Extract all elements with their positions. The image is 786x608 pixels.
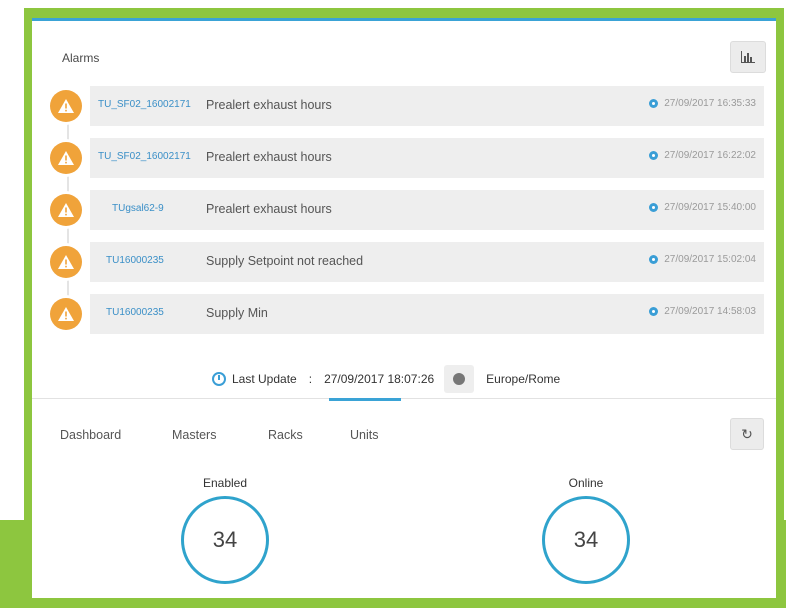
enabled-label: Enabled xyxy=(202,476,248,490)
alarm-item[interactable]: TU16000235 Supply Min 27/09/2017 14:58:0… xyxy=(50,294,764,334)
alarm-unit-link[interactable]: TU_SF02_16002171 xyxy=(98,99,191,110)
refresh-icon: ↻ xyxy=(741,425,753,442)
warning-icon xyxy=(50,298,82,330)
alarm-unit-link[interactable]: TU16000235 xyxy=(106,307,164,318)
last-update-label: Last Update xyxy=(232,372,297,386)
alarm-message: Supply Setpoint not reached xyxy=(206,254,364,268)
clock-icon xyxy=(212,372,226,386)
warning-icon xyxy=(50,194,82,226)
alarm-time: 27/09/2017 14:58:03 xyxy=(649,306,756,317)
tab-units[interactable]: Units xyxy=(350,428,378,442)
tab-bar: Dashboard Masters Racks Units ↻ xyxy=(32,398,776,450)
panel-content: Alarms TU_SF02_16002171 Prealert exhaust… xyxy=(32,18,776,598)
clock-icon xyxy=(649,203,659,212)
tab-dashboard[interactable]: Dashboard xyxy=(60,428,121,442)
last-update-value: 27/09/2017 18:07:26 xyxy=(324,372,435,386)
warning-icon xyxy=(50,90,82,122)
bar-chart-icon xyxy=(741,51,755,63)
enabled-count: 34 xyxy=(212,527,238,552)
alarm-unit-link[interactable]: TUgsal62-9 xyxy=(112,203,164,214)
alarm-time: 27/09/2017 15:02:04 xyxy=(649,254,756,265)
alarm-time: 27/09/2017 16:35:33 xyxy=(649,98,756,109)
warning-icon xyxy=(50,246,82,278)
alarm-message: Prealert exhaust hours xyxy=(206,202,332,216)
alarm-item[interactable]: TU_SF02_16002171 Prealert exhaust hours … xyxy=(50,86,764,126)
timezone-value: Europe/Rome xyxy=(486,372,561,386)
alarm-time-text: 27/09/2017 16:35:33 xyxy=(664,98,756,109)
alarms-header: Alarms xyxy=(32,21,776,81)
tab-masters[interactable]: Masters xyxy=(172,428,216,442)
enabled-count-circle: 34 xyxy=(181,496,269,584)
alarm-time-text: 27/09/2017 16:22:02 xyxy=(664,150,756,161)
alarm-message: Prealert exhaust hours xyxy=(206,98,332,112)
globe-icon xyxy=(453,373,466,385)
tab-racks[interactable]: Racks xyxy=(268,428,303,442)
alarm-item[interactable]: TUgsal62-9 Prealert exhaust hours 27/09/… xyxy=(50,190,764,230)
alarm-item[interactable]: TU16000235 Supply Setpoint not reached 2… xyxy=(50,242,764,282)
alarm-unit-link[interactable]: TU_SF02_16002171 xyxy=(98,151,191,162)
clock-icon xyxy=(649,99,659,108)
refresh-button[interactable]: ↻ xyxy=(730,418,764,450)
online-count: 34 xyxy=(573,527,599,552)
alarm-time: 27/09/2017 15:40:00 xyxy=(649,202,756,213)
timezone-button[interactable] xyxy=(444,365,475,393)
active-tab-indicator xyxy=(329,398,401,401)
alarm-message: Prealert exhaust hours xyxy=(206,150,332,164)
alarm-time-text: 27/09/2017 15:40:00 xyxy=(664,202,756,213)
alarm-time-text: 27/09/2017 15:02:04 xyxy=(664,254,756,265)
alarm-time-text: 27/09/2017 14:58:03 xyxy=(664,306,756,317)
alarm-item[interactable]: TU_SF02_16002171 Prealert exhaust hours … xyxy=(50,138,764,178)
alarm-message: Supply Min xyxy=(206,306,268,320)
warning-icon xyxy=(50,142,82,174)
clock-icon xyxy=(649,307,659,316)
online-count-circle: 34 xyxy=(542,496,630,584)
alarms-title: Alarms xyxy=(62,51,100,65)
alarm-time: 27/09/2017 16:22:02 xyxy=(649,150,756,161)
panel-frame: Alarms TU_SF02_16002171 Prealert exhaust… xyxy=(24,8,784,605)
alarm-unit-link[interactable]: TU16000235 xyxy=(106,255,164,266)
last-update-bar: Last Update : 27/09/2017 18:07:26 Europe… xyxy=(212,364,776,394)
chart-button[interactable] xyxy=(730,41,766,73)
clock-icon xyxy=(649,151,659,160)
clock-icon xyxy=(649,255,659,264)
last-update-separator: : xyxy=(308,372,313,386)
online-label: Online xyxy=(568,476,604,490)
